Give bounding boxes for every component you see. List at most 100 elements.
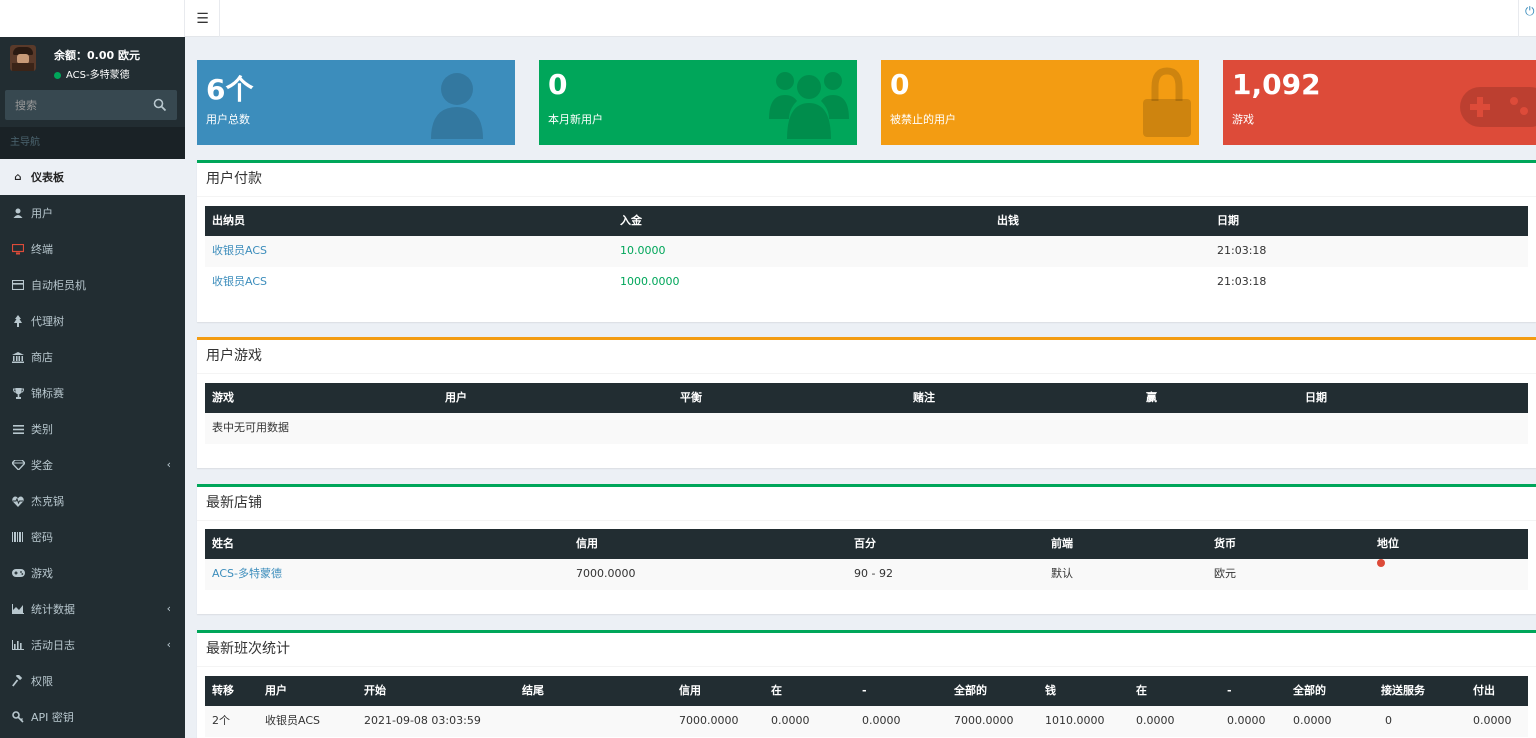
sidebar-item-games[interactable]: 游戏 [0,555,185,591]
user-icon [431,73,483,139]
shifts-panel: 最新班次统计 转移 用户 开始 结尾 信用 在 - 全部的 钱 在 - 全部的 … [197,630,1536,738]
sidebar-item-label: 杰克锅 [31,495,64,508]
sidebar-item-users[interactable]: 用户 [0,195,185,231]
column-header[interactable]: 赢 [1146,383,1157,413]
column-header[interactable]: 百分 [854,529,876,559]
column-header[interactable]: 货币 [1214,529,1236,559]
column-header[interactable]: 用户 [265,676,287,706]
sidebar-item-tournaments[interactable]: 锦标赛 [0,375,185,411]
sidebar-item-shops[interactable]: 商店 [0,339,185,375]
bank-icon [11,350,25,364]
sidebar-item-label: 仪表板 [31,171,64,184]
shops-table: 姓名 信用 百分 前端 货币 地位 ACS-多特蒙德 7000.0000 90 … [205,529,1528,590]
stat-label: 被禁止的用户 [890,113,956,126]
column-header[interactable]: 付出 [1473,676,1495,706]
deposit-amount: 1000.0000 [620,275,680,288]
column-header[interactable]: - [1227,676,1232,706]
users-icon [769,72,849,139]
column-header[interactable]: 接送服务 [1381,676,1425,706]
shift-start: 2021-09-08 03:03:59 [364,714,481,727]
sidebar-item-bonus[interactable]: 奖金 ‹ [0,447,185,483]
sidebar: 余额：0.00 欧元 ACS-多特蒙德 主导航 ⌂ 仪表板 用户 终端 自动柜员机… [0,37,185,738]
sidebar-item-dashboard[interactable]: ⌂ 仪表板 [0,159,185,195]
sidebar-item-label: 密码 [31,531,53,544]
table-row: ACS-多特蒙德 7000.0000 90 - 92 默认 欧元 [205,559,1528,590]
shop-link[interactable]: ACS-多特蒙德 [212,559,282,589]
sidebar-item-statistics[interactable]: 统计数据 ‹ [0,591,185,627]
search-icon[interactable] [153,98,167,112]
column-header[interactable]: 全部的 [1293,676,1326,706]
column-header[interactable]: 在 [771,676,782,706]
sidebar-item-permissions[interactable]: 权限 [0,663,185,699]
payment-date: 21:03:18 [1217,275,1267,288]
column-header[interactable]: 全部的 [954,676,987,706]
column-header[interactable]: 用户 [445,383,467,413]
chevron-left-icon: ‹ [166,638,171,651]
search-input[interactable] [5,90,150,120]
column-header[interactable]: 开始 [364,676,386,706]
stat-total-users[interactable]: 6个 用户总数 [197,60,515,145]
shift-transfer: 0 [1385,714,1392,727]
column-header[interactable]: 转移 [212,676,234,706]
column-header[interactable]: 平衡 [680,383,702,413]
shift-money: 1010.0000 [1045,714,1105,727]
sidebar-item-agent-tree[interactable]: 代理树 [0,303,185,339]
stat-value: 1,092 [1232,68,1321,101]
stat-value: 6个 [206,73,254,106]
logo-area[interactable] [0,0,185,37]
stat-games[interactable]: 1,092 游戏 [1223,60,1536,145]
tree-icon [11,314,25,328]
shift-total-2: 0.0000 [1293,714,1332,727]
shops-panel: 最新店铺 姓名 信用 百分 前端 货币 地位 ACS-多特蒙德 7000.000… [197,484,1536,614]
column-header[interactable]: 游戏 [212,383,234,413]
column-header[interactable]: 地位 [1377,529,1399,559]
column-header[interactable]: 出钱 [997,206,1019,236]
sidebar-item-password[interactable]: 密码 [0,519,185,555]
sidebar-item-atm[interactable]: 自动柜员机 [0,267,185,303]
sidebar-item-categories[interactable]: 类别 [0,411,185,447]
column-header[interactable]: 钱 [1045,676,1056,706]
user-panel: 余额：0.00 欧元 ACS-多特蒙德 [0,37,185,87]
balance-text: 余额：0.00 欧元 [54,49,140,62]
column-header[interactable]: 信用 [679,676,701,706]
column-header[interactable]: 在 [1136,676,1147,706]
area-chart-icon [11,602,25,616]
column-header[interactable]: 日期 [1217,206,1239,236]
trophy-icon [11,386,25,400]
cashier-link[interactable]: 收银员ACS [212,267,267,297]
column-header[interactable]: 前端 [1051,529,1073,559]
column-header[interactable]: 赌注 [913,383,935,413]
shop-currency: 欧元 [1214,567,1236,580]
column-header[interactable]: 结尾 [522,676,544,706]
gavel-icon [11,674,25,688]
key-icon [11,710,25,724]
column-header[interactable]: - [862,676,867,706]
online-dot-icon [54,71,61,79]
column-header[interactable]: 姓名 [212,529,234,559]
shop-credit: 7000.0000 [576,567,636,580]
column-header[interactable]: 日期 [1305,383,1327,413]
column-header[interactable]: 信用 [576,529,598,559]
user-games-table: 游戏 用户 平衡 赌注 赢 日期 表中无可用数据 [205,383,1528,444]
sidebar-item-terminals[interactable]: 终端 [0,231,185,267]
shift-dash-2: 0.0000 [1227,714,1266,727]
column-header[interactable]: 入金 [620,206,642,236]
sidebar-item-activity-log[interactable]: 活动日志 ‹ [0,627,185,663]
payments-table: 出纳员 入金 出钱 日期 收银员ACS 10.0000 21:03:18 收银员… [205,206,1528,298]
column-header[interactable]: 出纳员 [212,206,245,236]
sidebar-item-jackpot[interactable]: 杰克锅 [0,483,185,519]
stat-banned-users[interactable]: 0 被禁止的用户 [881,60,1199,145]
user-games-panel: 用户 游戏 游戏 用户 平衡 赌注 赢 日期 表中无可用数据 [197,337,1536,468]
sidebar-item-label: 统计数据 [31,603,75,616]
gamepad-icon [1460,87,1536,127]
avatar [10,45,36,71]
menu-toggle-icon[interactable]: ☰ [186,0,220,37]
payments-panel: 用户付款 出纳员 入金 出钱 日期 收银员ACS 10.0000 21:03:1… [197,160,1536,322]
sidebar-item-api-keys[interactable]: API 密钥 [0,699,185,735]
stat-new-users[interactable]: 0 本月新用户 [539,60,857,145]
credit-card-icon [11,278,25,292]
sidebar-item-label: 类别 [31,423,53,436]
cashier-link[interactable]: 收银员ACS [212,236,267,266]
power-icon[interactable]: ⏻ [1518,0,1536,37]
list-icon [11,422,25,436]
